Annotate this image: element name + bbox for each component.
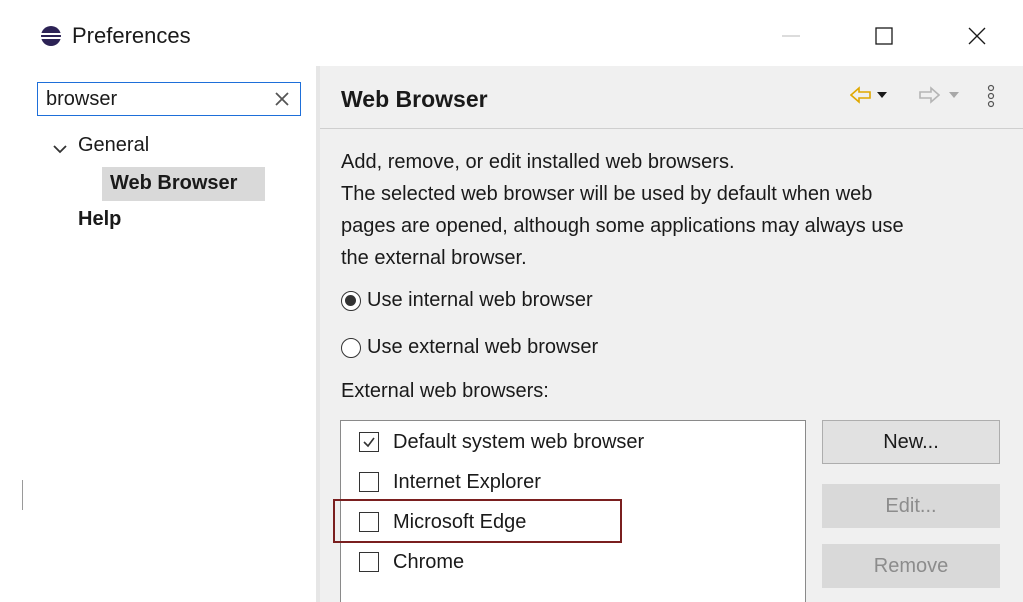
browser-name: Internet Explorer — [393, 470, 541, 493]
eclipse-icon — [41, 26, 61, 46]
edit-button[interactable]: Edit... — [822, 484, 1000, 528]
tree-item-web-browser[interactable]: Web Browser — [102, 167, 265, 201]
view-menu-icon[interactable] — [986, 84, 996, 110]
description-line: pages are opened, although some applicat… — [341, 215, 904, 237]
remove-button[interactable]: Remove — [822, 544, 1000, 588]
radio-external-label: Use external web browser — [367, 336, 599, 358]
checkbox-checked-icon[interactable] — [359, 432, 379, 452]
close-icon — [968, 27, 986, 45]
maximize-icon — [875, 27, 893, 45]
list-item[interactable]: Chrome — [359, 549, 464, 575]
new-button[interactable]: New... — [822, 420, 1000, 464]
list-item[interactable]: Default system web browser — [359, 429, 644, 455]
external-browsers-label: External web browsers: — [341, 380, 549, 402]
radio-unselected-icon[interactable] — [341, 337, 361, 358]
tree-item-general[interactable]: General — [78, 134, 149, 157]
list-item[interactable]: Internet Explorer — [359, 469, 541, 495]
title-bar: Preferences — [0, 0, 1023, 66]
radio-selected-icon[interactable] — [341, 290, 361, 311]
radio-internal-browser[interactable]: Use internal web browser — [341, 289, 593, 312]
browser-name: Chrome — [393, 550, 465, 573]
page-description: Add, remove, or edit installed web brows… — [341, 146, 1011, 274]
minimize-icon — [782, 35, 800, 37]
browser-name: Default system web browser — [393, 430, 645, 453]
chevron-down-icon[interactable] — [51, 140, 69, 158]
clear-filter-icon[interactable] — [272, 89, 292, 109]
filter-input[interactable] — [46, 87, 266, 111]
back-dropdown-icon[interactable] — [876, 90, 888, 100]
window-title: Preferences — [72, 23, 191, 48]
checkbox-icon[interactable] — [359, 472, 379, 492]
description-line: The selected web browser will be used by… — [341, 183, 873, 205]
tree-item-label: Web Browser — [110, 172, 238, 194]
forward-dropdown-icon[interactable] — [948, 90, 960, 100]
radio-internal-label: Use internal web browser — [367, 289, 593, 311]
checkbox-icon[interactable] — [359, 552, 379, 572]
maximize-button[interactable] — [861, 12, 907, 60]
preference-tree-pane — [0, 66, 316, 602]
page-title: Web Browser — [341, 86, 488, 112]
close-button[interactable] — [954, 12, 1000, 60]
window-edge — [22, 480, 23, 510]
back-arrow-icon[interactable] — [850, 86, 872, 104]
minimize-button[interactable] — [768, 12, 814, 60]
radio-external-browser[interactable]: Use external web browser — [341, 336, 598, 359]
forward-arrow-icon[interactable] — [918, 86, 940, 104]
tree-item-help[interactable]: Help — [78, 208, 121, 231]
description-line: Add, remove, or edit installed web brows… — [341, 151, 735, 173]
highlight-annotation — [333, 499, 622, 543]
filter-box[interactable] — [37, 82, 301, 116]
description-line: the external browser. — [341, 247, 527, 269]
